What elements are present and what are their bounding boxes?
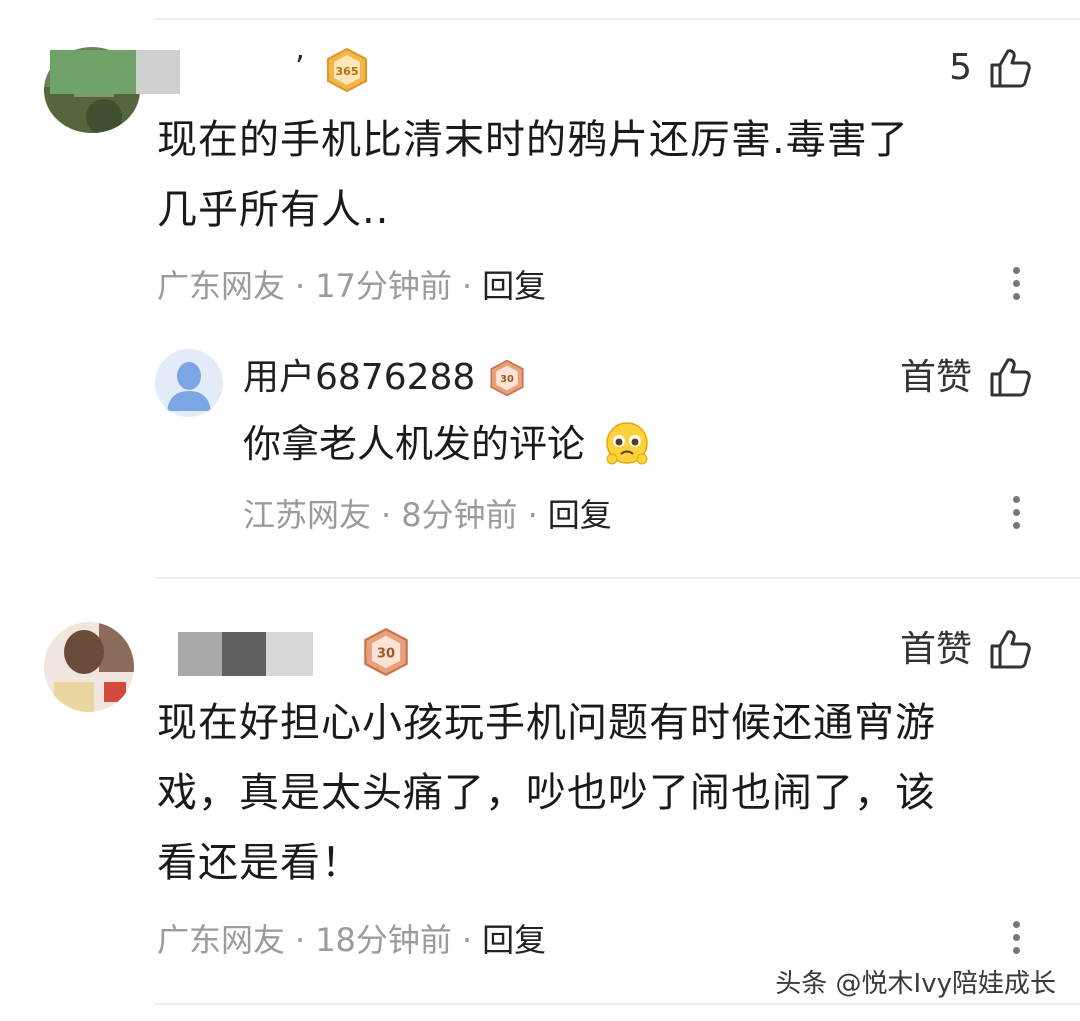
more-options-icon[interactable] (1011, 921, 1021, 957)
level-badge: 365 (324, 47, 370, 93)
pleading-face-emoji-icon (606, 422, 648, 465)
comment-text: 现在的手机比清末时的鸦片还厉害.毒害了 几乎所有人.. (157, 105, 909, 245)
separator-dot: · (461, 921, 473, 959)
timestamp: 18分钟前 (315, 921, 452, 959)
username[interactable]: 用户6876288 (243, 356, 475, 400)
svg-text:365: 365 (336, 65, 359, 78)
reply-button[interactable]: 回复 (482, 267, 546, 305)
location-label: 江苏网友 (243, 496, 372, 534)
bottom-divider (155, 1003, 1080, 1005)
location-label: 广东网友 (157, 267, 286, 305)
reply-button[interactable]: 回复 (548, 496, 612, 534)
watermark: 头条 @悦木Ivy陪娃成长 (775, 969, 1056, 999)
separator-dot: · (295, 921, 306, 959)
first-like-label: 首赞 (899, 629, 972, 670)
comment-text-line: 现在好担心小孩玩手机问题有时候还通宵游 (157, 700, 936, 746)
reply-button[interactable]: 回复 (482, 921, 546, 959)
top-divider (155, 18, 1080, 20)
like-count: 5 (949, 47, 972, 88)
badge-shield-icon: 30 (490, 359, 524, 397)
separator-dot: · (381, 496, 392, 534)
comment-text-line: 戏，真是太头痛了，吵也吵了闹也闹了，该 (157, 770, 936, 816)
avatar[interactable] (155, 349, 223, 417)
badge-shield-icon: 365 (327, 47, 367, 93)
comment-text: 现在好担心小孩玩手机问题有时候还通宵游 戏，真是太头痛了，吵也吵了闹也闹了，该 … (157, 688, 936, 898)
first-like-label: 首赞 (899, 357, 972, 398)
comment-meta: 广东网友 · 17分钟前 · 回复 (157, 266, 546, 306)
reply-meta: 江苏网友 · 8分钟前 · 回复 (243, 495, 612, 535)
avatar-image (44, 622, 134, 712)
reply-text: 你拿老人机发的评论 (243, 418, 585, 470)
username-suffix: ’ (295, 50, 305, 85)
badge-shield-icon: 30 (364, 627, 408, 677)
comment-text-line: 看还是看！ (157, 840, 362, 886)
separator-dot: · (461, 267, 473, 305)
timestamp: 8分钟前 (401, 496, 518, 534)
thumbs-up-icon[interactable] (988, 355, 1032, 399)
more-options-icon[interactable] (1011, 267, 1021, 303)
separator-dot: · (527, 496, 538, 534)
svg-text:30: 30 (500, 374, 514, 385)
username-redacted[interactable] (50, 50, 180, 94)
timestamp: 17分钟前 (315, 267, 452, 305)
svg-text:30: 30 (377, 646, 395, 661)
more-options-icon[interactable] (1011, 496, 1021, 532)
location-label: 广东网友 (157, 921, 286, 959)
level-badge: 30 (361, 627, 411, 677)
thumbs-up-icon[interactable] (988, 627, 1032, 671)
avatar[interactable] (44, 622, 134, 712)
comment-divider (155, 577, 1080, 579)
username-redacted[interactable] (178, 632, 313, 676)
reply-text-content: 你拿老人机发的评论 (243, 422, 586, 466)
comment-meta: 广东网友 · 18分钟前 · 回复 (157, 920, 546, 960)
thumbs-up-icon[interactable] (988, 46, 1032, 90)
default-user-icon (155, 349, 223, 417)
comment-text-line: 几乎所有人.. (157, 187, 390, 233)
level-badge: 30 (488, 359, 526, 397)
separator-dot: · (295, 267, 306, 305)
comment-text-line: 现在的手机比清末时的鸦片还厉害.毒害了 (157, 117, 909, 163)
